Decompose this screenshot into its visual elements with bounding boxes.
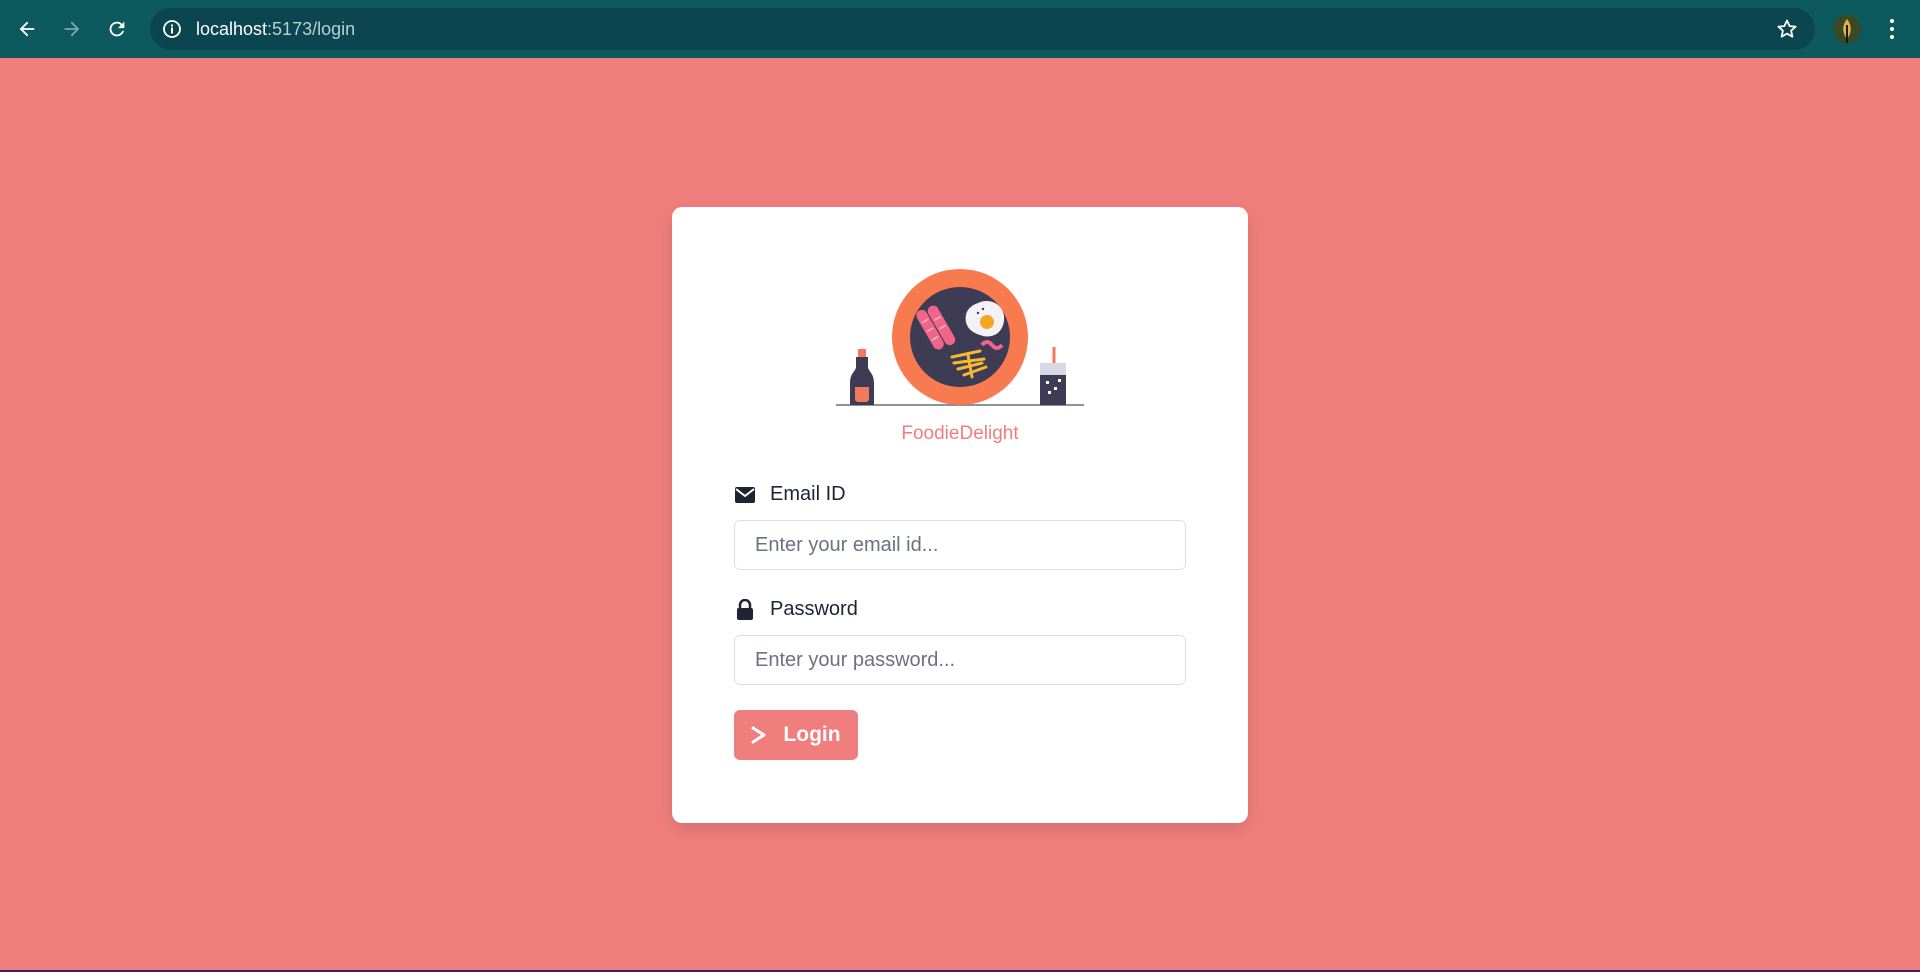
login-button-label: Login [783,723,841,746]
address-bar[interactable]: localhost:5173/login [150,8,1815,50]
email-label: Email ID [734,483,846,506]
chevron-right-icon [751,726,769,744]
login-button[interactable]: Login [734,710,858,760]
password-input[interactable] [734,635,1186,685]
brand-name: FoodieDelight [901,423,1019,444]
email-label-text: Email ID [770,483,846,505]
site-info-icon[interactable] [160,17,184,41]
url-text[interactable]: localhost:5173/login [196,19,355,40]
password-label: Password [734,598,858,621]
envelope-icon [734,484,756,506]
browser-toolbar: localhost:5173/login [0,0,1920,58]
lock-icon [734,598,756,621]
profile-avatar[interactable] [1833,15,1861,43]
browser-menu-icon[interactable] [1880,13,1904,45]
forward-button[interactable] [54,11,90,47]
arrow-right-icon [64,21,80,37]
reload-button[interactable] [99,11,135,47]
bookmark-star-icon[interactable] [1775,17,1799,41]
arrow-left-icon [19,21,35,37]
back-button[interactable] [9,11,45,47]
url-path: :5173/login [267,19,356,39]
password-label-text: Password [770,598,858,620]
reload-icon [109,21,125,37]
email-input[interactable] [734,520,1186,570]
food-illustration [832,267,1088,417]
url-host: localhost [196,19,268,39]
login-card: FoodieDelight Email ID Password Login [672,207,1248,823]
